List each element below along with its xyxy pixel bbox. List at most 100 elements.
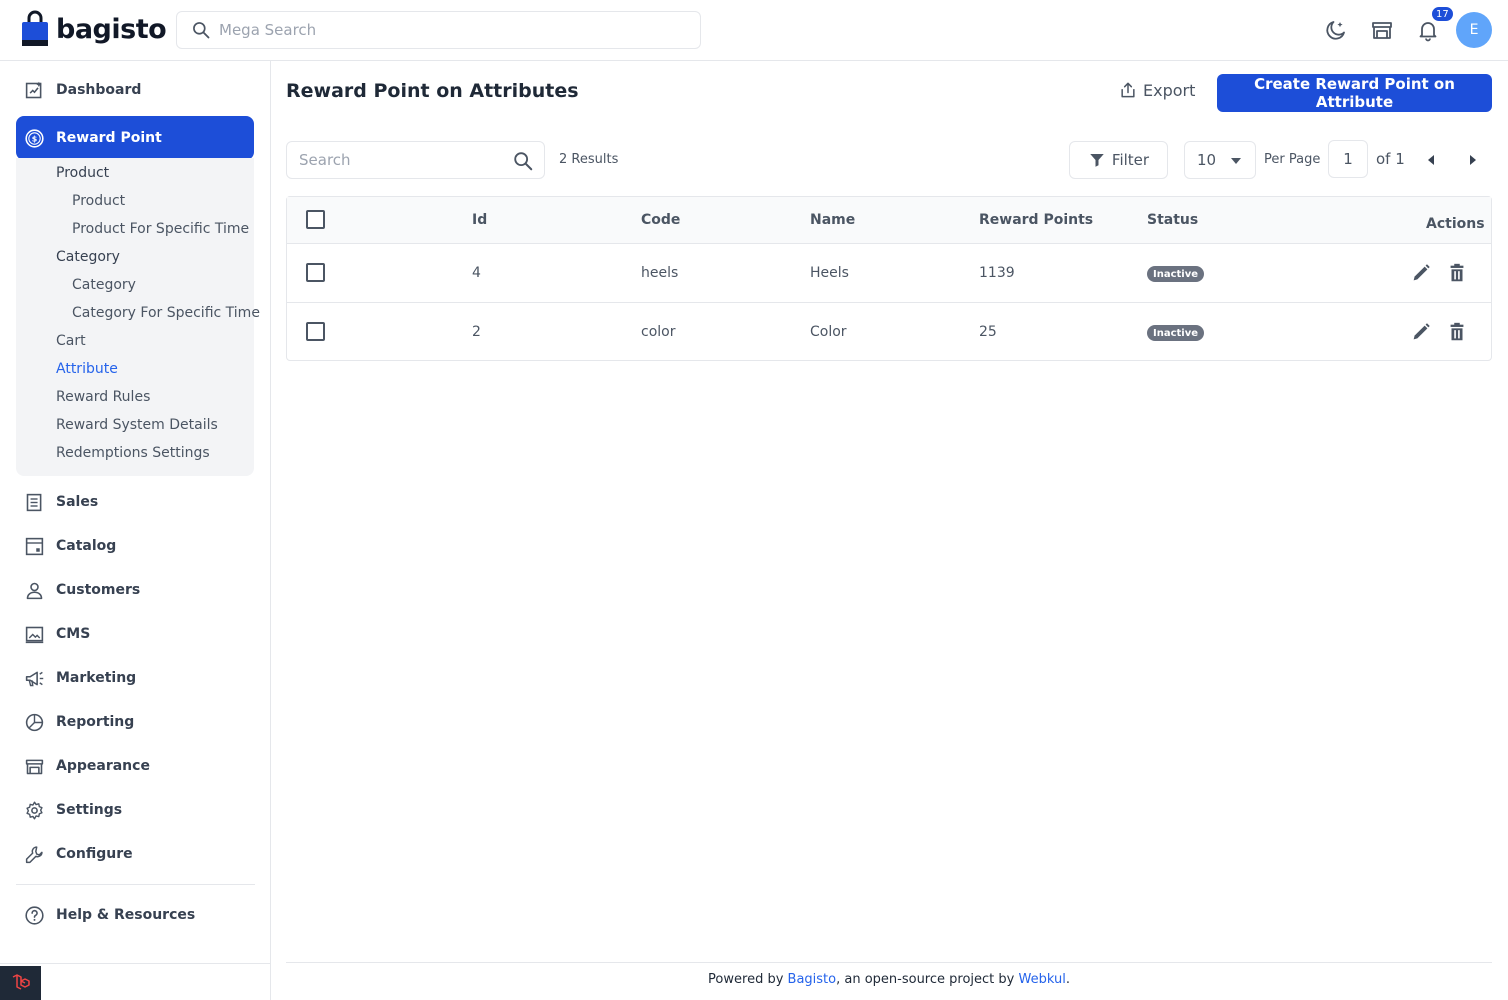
table-row: 4 heels Heels 1139 Inactive xyxy=(287,244,1491,303)
page-number-input[interactable] xyxy=(1328,140,1368,178)
reward-points-table: Id Code Name Reward Points Status Action… xyxy=(286,196,1492,361)
per-page-label: Per Page xyxy=(1264,152,1321,167)
page-total: of 1 xyxy=(1376,150,1405,168)
datagrid-search-input[interactable] xyxy=(299,151,504,169)
column-header-name[interactable]: Name xyxy=(810,212,855,228)
delete-icon[interactable] xyxy=(1446,262,1468,284)
bagisto-logo[interactable]: bagisto xyxy=(20,10,167,48)
footer-prefix: Powered by xyxy=(708,972,788,987)
dark-mode-icon[interactable] xyxy=(1324,18,1348,42)
sidebar-item-label: CMS xyxy=(56,626,91,642)
mega-search-input[interactable] xyxy=(219,21,669,39)
sidebar-bottom-divider xyxy=(0,963,270,964)
results-count: 2 Results xyxy=(559,152,619,167)
next-page-icon[interactable] xyxy=(1470,155,1476,165)
laravel-debugbar-toggle[interactable] xyxy=(0,966,41,1000)
footer-middle: , an open-source project by xyxy=(836,972,1019,987)
per-page-select[interactable]: 10 xyxy=(1184,141,1256,179)
submenu-group-category[interactable]: Category xyxy=(56,249,120,265)
submenu-item-reward-rules[interactable]: Reward Rules xyxy=(56,389,150,405)
sidebar-item-label: Dashboard xyxy=(56,82,142,98)
sidebar-item-appearance[interactable]: Appearance xyxy=(16,744,254,788)
svg-text:$: $ xyxy=(32,134,37,143)
edit-icon[interactable] xyxy=(1410,321,1432,343)
footer-divider xyxy=(286,962,1492,963)
column-header-code[interactable]: Code xyxy=(641,212,680,228)
row-checkbox[interactable] xyxy=(306,322,325,341)
logo-text: bagisto xyxy=(56,13,167,45)
sidebar-item-settings[interactable]: Settings xyxy=(16,788,254,832)
sidebar-item-label: Help & Resources xyxy=(56,907,196,923)
create-reward-point-button[interactable]: Create Reward Point on Attribute xyxy=(1217,74,1492,112)
submenu-group-product[interactable]: Product xyxy=(56,165,109,181)
wrench-icon xyxy=(25,845,43,863)
edit-icon[interactable] xyxy=(1410,262,1432,284)
column-header-reward-points[interactable]: Reward Points xyxy=(979,212,1093,228)
submenu-item-redemptions-settings[interactable]: Redemptions Settings xyxy=(56,445,210,461)
sidebar-item-catalog[interactable]: Catalog xyxy=(16,524,254,568)
footer-suffix: . xyxy=(1065,972,1070,987)
sidebar-item-label: Configure xyxy=(56,846,133,862)
sidebar-item-reward-point[interactable]: $ Reward Point xyxy=(16,116,254,160)
table-header: Id Code Name Reward Points Status Action… xyxy=(287,197,1491,244)
help-circle-icon xyxy=(25,905,44,925)
cell-reward-points: 25 xyxy=(979,324,997,340)
search-icon xyxy=(193,22,210,39)
cell-id: 4 xyxy=(472,265,481,281)
delete-icon[interactable] xyxy=(1446,321,1468,343)
chevron-down-icon xyxy=(1231,158,1241,164)
sidebar-item-label: Reward Point xyxy=(56,130,162,146)
search-icon[interactable] xyxy=(512,150,534,172)
select-all-checkbox[interactable] xyxy=(306,210,325,229)
notification-count-badge: 17 xyxy=(1430,5,1455,23)
sidebar-item-cms[interactable]: CMS xyxy=(16,612,254,656)
cell-code: heels xyxy=(641,265,679,281)
dashboard-icon xyxy=(25,81,42,98)
sidebar-item-label: Catalog xyxy=(56,538,117,554)
submenu-item-attribute[interactable]: Attribute xyxy=(56,361,118,377)
row-checkbox[interactable] xyxy=(306,263,325,282)
cell-code: color xyxy=(641,324,676,340)
sidebar-item-dashboard[interactable]: Dashboard xyxy=(16,68,254,112)
cms-icon xyxy=(25,626,44,643)
submenu-item-category-specific-time[interactable]: Category For Specific Time xyxy=(72,305,260,321)
sidebar: Dashboard $ Reward Point Product Product… xyxy=(0,61,271,1000)
sidebar-item-customers[interactable]: Customers xyxy=(16,568,254,612)
submenu-item-cart[interactable]: Cart xyxy=(56,333,86,349)
sidebar-item-help-resources[interactable]: Help & Resources xyxy=(16,893,254,937)
column-header-id[interactable]: Id xyxy=(472,212,487,228)
dollar-circle-icon: $ xyxy=(25,128,44,148)
datagrid-search-box[interactable] xyxy=(286,141,545,179)
storefront-icon[interactable] xyxy=(1370,18,1394,42)
footer-link-webkul[interactable]: Webkul xyxy=(1018,972,1065,987)
cell-id: 2 xyxy=(472,324,481,340)
export-button[interactable]: Export xyxy=(1118,80,1195,100)
sidebar-item-label: Appearance xyxy=(56,758,150,774)
pie-chart-icon xyxy=(25,713,44,731)
filter-icon xyxy=(1090,154,1104,167)
submenu-item-product[interactable]: Product xyxy=(72,193,125,209)
cell-name: Color xyxy=(810,324,847,340)
export-label: Export xyxy=(1143,80,1196,100)
filter-button[interactable]: Filter xyxy=(1069,141,1168,179)
sidebar-item-marketing[interactable]: Marketing xyxy=(16,656,254,700)
status-badge: Inactive xyxy=(1147,325,1205,341)
submenu-item-category[interactable]: Category xyxy=(72,277,136,293)
column-header-actions: Actions xyxy=(1426,216,1485,232)
status-badge: Inactive xyxy=(1147,266,1205,282)
sidebar-item-reporting[interactable]: Reporting xyxy=(16,700,254,744)
footer-link-bagisto[interactable]: Bagisto xyxy=(788,972,837,987)
cell-reward-points: 1139 xyxy=(979,265,1015,281)
submenu-item-product-specific-time[interactable]: Product For Specific Time xyxy=(72,221,249,237)
sidebar-item-sales[interactable]: Sales xyxy=(16,480,254,524)
user-avatar[interactable]: E xyxy=(1456,12,1492,48)
sidebar-item-label: Sales xyxy=(56,494,99,510)
filter-label: Filter xyxy=(1111,151,1150,169)
sidebar-item-label: Settings xyxy=(56,802,123,818)
laravel-icon xyxy=(12,974,30,990)
previous-page-icon[interactable] xyxy=(1428,155,1434,165)
sidebar-item-configure[interactable]: Configure xyxy=(16,832,254,876)
submenu-item-reward-system-details[interactable]: Reward System Details xyxy=(56,417,218,433)
column-header-status[interactable]: Status xyxy=(1147,212,1198,228)
mega-search-box[interactable] xyxy=(176,11,701,49)
